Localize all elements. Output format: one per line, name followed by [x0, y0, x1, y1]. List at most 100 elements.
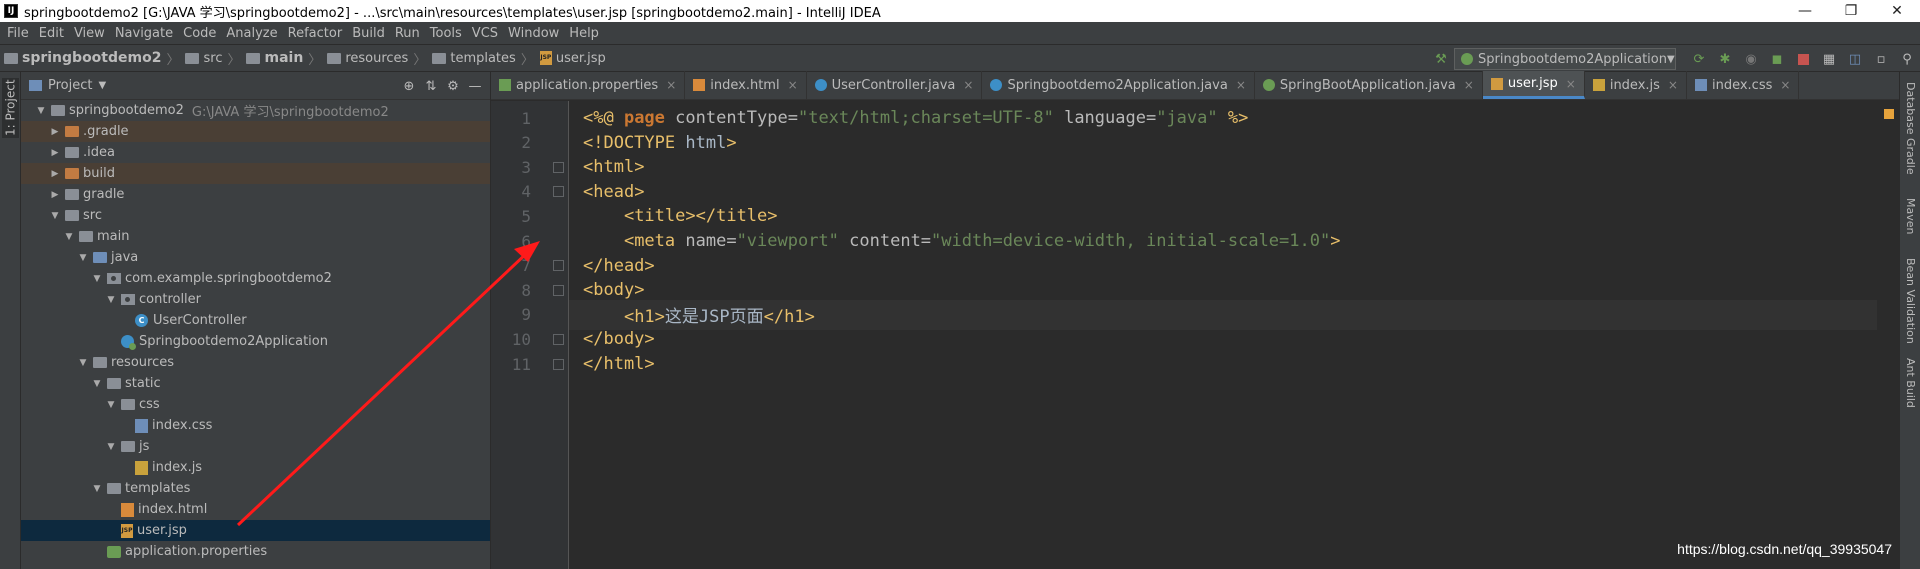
build-hammer-icon[interactable]: ⚒ — [1431, 49, 1451, 69]
tree-item[interactable]: ▶ gradle — [21, 184, 490, 205]
code-line[interactable]: 11 </html> — [512, 349, 1877, 379]
restore-icon[interactable]: ❐ — [1828, 0, 1874, 22]
project-tool-tab[interactable]: 1: Project — [2, 78, 19, 138]
collapse-all-icon[interactable]: ⇅ — [420, 76, 442, 96]
tool-tab-database[interactable]: Database — [1902, 82, 1919, 135]
editor-tab[interactable]: application.properties × — [491, 71, 686, 99]
tree-item[interactable]: ▼ java — [21, 247, 490, 268]
close-tab-icon[interactable]: × — [1668, 78, 1678, 92]
tree-item[interactable]: ▼ src — [21, 205, 490, 226]
expand-arrow-icon[interactable]: ▼ — [91, 379, 103, 389]
menu-item-build[interactable]: Build — [347, 26, 390, 41]
editor-tab[interactable]: SpringBootApplication.java × — [1255, 71, 1483, 99]
warning-marker-icon[interactable] — [1884, 109, 1894, 119]
editor-tab[interactable]: user.jsp × — [1482, 71, 1585, 99]
close-tab-icon[interactable]: × — [963, 78, 973, 92]
tool-tab-maven[interactable]: Maven — [1902, 198, 1919, 234]
breadcrumb-item[interactable]: src — [181, 51, 225, 66]
search-icon[interactable]: ⚲ — [1897, 49, 1917, 69]
editor-tab[interactable]: UserController.java × — [807, 71, 983, 99]
menu-item-refactor[interactable]: Refactor — [283, 26, 348, 41]
locate-icon[interactable]: ⊕ — [398, 76, 420, 96]
breadcrumb-item[interactable]: springbootdemo2 — [0, 50, 164, 66]
expand-arrow-icon[interactable]: ▼ — [77, 253, 89, 263]
expand-arrow-icon[interactable]: ▼ — [105, 400, 117, 410]
tree-item[interactable]: ▶ build — [21, 163, 490, 184]
tree-item[interactable]: ▼ css — [21, 394, 490, 415]
tree-item[interactable]: ▼ controller — [21, 289, 490, 310]
close-tab-icon[interactable]: × — [1236, 78, 1246, 92]
tree-item[interactable]: ▼ static — [21, 373, 490, 394]
tree-item[interactable]: index.js — [21, 457, 490, 478]
menu-item-code[interactable]: Code — [178, 26, 221, 41]
tree-item[interactable]: ▼ springbootdemo2 G:\JAVA 学习\springbootdem… — [21, 100, 490, 121]
fold-marker-icon[interactable] — [553, 161, 564, 173]
project-structure-icon[interactable]: ◫ — [1845, 49, 1865, 69]
menu-item-window[interactable]: Window — [503, 26, 564, 41]
expand-arrow-icon[interactable]: ▼ — [77, 358, 89, 368]
tree-item[interactable]: application.properties — [21, 541, 490, 562]
fold-marker-icon[interactable] — [553, 186, 564, 198]
close-icon[interactable]: ✕ — [1874, 0, 1920, 22]
editor-tab[interactable]: Springbootdemo2Application.java × — [982, 71, 1255, 99]
tree-item[interactable]: Springbootdemo2Application — [21, 331, 490, 352]
tree-item[interactable]: C UserController — [21, 310, 490, 331]
tree-item[interactable]: index.html — [21, 499, 490, 520]
collapse-arrow-icon[interactable]: ▶ — [49, 127, 61, 137]
code-editor[interactable]: 1 <%@ page contentType="text/html;charset… — [512, 101, 1877, 569]
expand-arrow-icon[interactable]: ▼ — [91, 274, 103, 284]
close-tab-icon[interactable]: × — [1464, 78, 1474, 92]
editor-tab[interactable]: index.html × — [685, 71, 807, 99]
fold-marker-icon[interactable] — [553, 358, 564, 370]
menu-item-tools[interactable]: Tools — [425, 26, 467, 41]
close-tab-icon[interactable]: × — [1566, 77, 1576, 91]
menu-item-analyze[interactable]: Analyze — [221, 26, 282, 41]
fold-marker-icon[interactable] — [553, 284, 564, 296]
breadcrumb-item[interactable]: JSP user.jsp — [536, 51, 609, 66]
breadcrumb-item[interactable]: templates — [428, 51, 518, 66]
close-tab-icon[interactable]: × — [666, 78, 676, 92]
expand-arrow-icon[interactable]: ▼ — [105, 442, 117, 452]
tool-tab-bean-validation[interactable]: Bean Validation — [1902, 258, 1919, 344]
tree-item[interactable]: ▼ js — [21, 436, 490, 457]
collapse-arrow-icon[interactable]: ▶ — [49, 169, 61, 179]
expand-arrow-icon[interactable]: ▼ — [35, 106, 47, 116]
close-tab-icon[interactable]: × — [788, 78, 798, 92]
tool-tab-ant-build[interactable]: Ant Build — [1902, 358, 1919, 408]
menu-item-navigate[interactable]: Navigate — [110, 26, 178, 41]
editor-scrollbar[interactable] — [1877, 101, 1899, 569]
tree-item[interactable]: ▼ templates — [21, 478, 490, 499]
expand-arrow-icon[interactable]: ▼ — [105, 295, 117, 305]
coverage-icon[interactable]: ◉ — [1741, 49, 1761, 69]
stop-icon[interactable] — [1793, 49, 1813, 69]
tree-item[interactable]: ▼ com.example.springbootdemo2 — [21, 268, 490, 289]
editor-tab[interactable]: index.js × — [1585, 71, 1687, 99]
editor-tab[interactable]: index.css × — [1687, 71, 1800, 99]
close-tab-icon[interactable]: × — [1780, 78, 1790, 92]
collapse-arrow-icon[interactable]: ▶ — [49, 190, 61, 200]
menu-item-vcs[interactable]: VCS — [467, 26, 503, 41]
tree-item[interactable]: ▶ .gradle — [21, 121, 490, 142]
expand-arrow-icon[interactable]: ▼ — [91, 484, 103, 494]
run-config-selector[interactable]: Springbootdemo2Application ▼ — [1454, 48, 1676, 70]
tree-item[interactable]: JSP user.jsp — [21, 520, 490, 541]
minimize-icon[interactable]: — — [1782, 0, 1828, 22]
expand-arrow-icon[interactable]: ▼ — [63, 232, 75, 242]
debug-icon[interactable]: ✱ — [1715, 49, 1735, 69]
menu-item-file[interactable]: File — [2, 26, 34, 41]
menu-item-run[interactable]: Run — [390, 26, 425, 41]
breadcrumb-item[interactable]: main — [242, 50, 306, 66]
profile-icon[interactable]: ◼ — [1767, 49, 1787, 69]
build-project-icon[interactable]: ▦ — [1819, 49, 1839, 69]
collapse-arrow-icon[interactable]: ▶ — [49, 148, 61, 158]
sdk-icon[interactable]: ▫ — [1871, 49, 1891, 69]
tool-tab-gradle[interactable]: Gradle — [1902, 138, 1919, 175]
expand-arrow-icon[interactable]: ▼ — [49, 211, 61, 221]
tree-item[interactable]: index.css — [21, 415, 490, 436]
gear-icon[interactable]: ⚙ — [442, 76, 464, 96]
menu-item-edit[interactable]: Edit — [34, 26, 69, 41]
fold-marker-icon[interactable] — [553, 333, 564, 345]
tree-item[interactable]: ▶ .idea — [21, 142, 490, 163]
fold-marker-icon[interactable] — [553, 260, 564, 272]
menu-item-help[interactable]: Help — [564, 26, 604, 41]
